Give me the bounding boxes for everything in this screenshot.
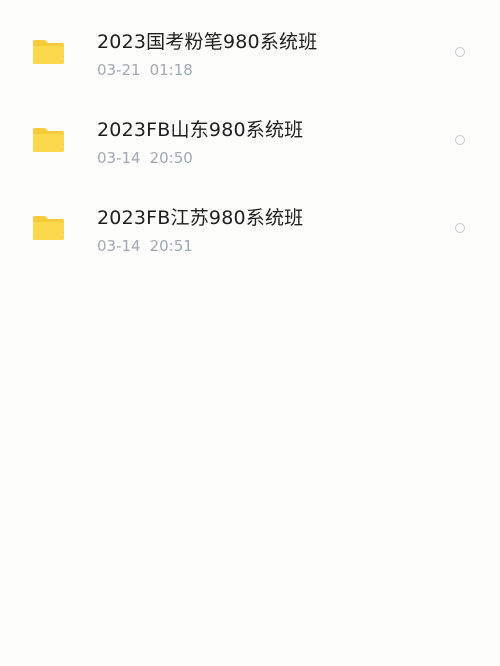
file-name: 2023FB江苏980系统班 (97, 207, 304, 229)
file-date: 03-14 (97, 149, 141, 167)
file-row-folder[interactable]: 2023国考粉笔980系统班 03-21 01:18 (0, 5, 500, 93)
select-radio-button[interactable] (455, 135, 465, 145)
file-date: 03-14 (97, 237, 141, 255)
file-date: 03-21 (97, 61, 141, 79)
file-modified-datetime: 03-21 01:18 (97, 61, 193, 79)
file-row-folder[interactable]: 2023FB江苏980系统班 03-14 20:51 (0, 181, 500, 269)
folder-icon (33, 38, 64, 64)
select-radio-button[interactable] (455, 47, 465, 57)
file-name: 2023国考粉笔980系统班 (97, 31, 318, 53)
file-name: 2023FB山东980系统班 (97, 119, 304, 141)
select-radio-button[interactable] (455, 223, 465, 233)
folder-icon (33, 214, 64, 240)
folder-icon (33, 126, 64, 152)
file-time: 20:51 (149, 237, 193, 255)
file-row-folder[interactable]: 2023FB山东980系统班 03-14 20:50 (0, 93, 500, 181)
file-time: 01:18 (149, 61, 193, 79)
file-time: 20:50 (149, 149, 193, 167)
file-modified-datetime: 03-14 20:51 (97, 237, 193, 255)
file-modified-datetime: 03-14 20:50 (97, 149, 193, 167)
